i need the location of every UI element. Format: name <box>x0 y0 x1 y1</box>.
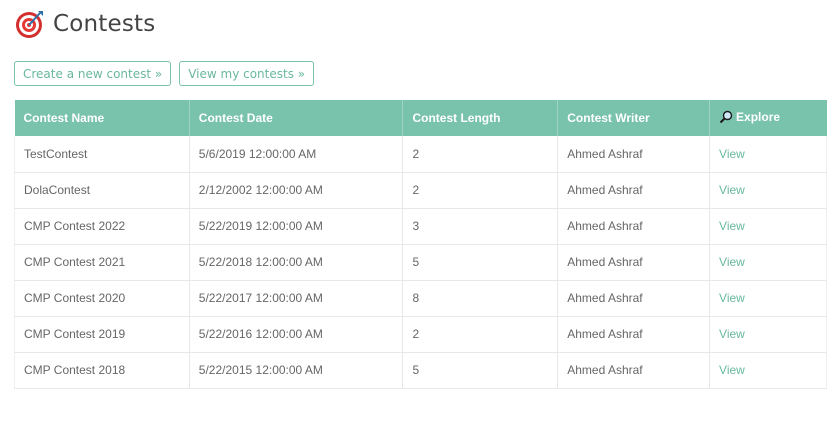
cell-contest-writer: Ahmed Ashraf <box>557 280 711 317</box>
cell-contest-name: CMP Contest 2022 <box>14 208 190 245</box>
cell-contest-writer: Ahmed Ashraf <box>557 208 711 245</box>
table-row: CMP Contest 2021 5/22/2018 12:00:00 AM 5 Ah… <box>14 244 827 281</box>
view-contest-link[interactable]: View <box>719 219 745 233</box>
create-contest-button[interactable]: Create a new contest » <box>14 61 172 86</box>
cell-contest-length: 2 <box>402 136 559 173</box>
cell-contest-date: 5/22/2019 12:00:00 AM <box>189 208 404 245</box>
cell-contest-name: CMP Contest 2020 <box>14 280 190 317</box>
table-row: TestContest 5/6/2019 12:00:00 AM 2 Ahmed As… <box>14 136 827 173</box>
cell-contest-length: 2 <box>402 172 559 209</box>
magnifier-icon <box>719 110 733 123</box>
cell-contest-writer: Ahmed Ashraf <box>557 244 711 281</box>
cell-contest-name: CMP Contest 2021 <box>14 244 190 281</box>
cell-explore: View <box>709 316 827 353</box>
cell-contest-length: 3 <box>402 208 559 245</box>
cell-explore: View <box>709 352 827 389</box>
cell-contest-name: TestContest <box>14 136 190 173</box>
action-bar: Create a new contest » View my contests … <box>14 61 315 86</box>
view-contest-link[interactable]: View <box>719 327 745 341</box>
cell-contest-length: 5 <box>402 244 559 281</box>
table-row: CMP Contest 2019 5/22/2016 12:00:00 AM 2 Ah… <box>14 316 827 353</box>
cell-contest-date: 5/22/2017 12:00:00 AM <box>189 280 404 317</box>
cell-contest-date: 5/22/2015 12:00:00 AM <box>189 352 404 389</box>
cell-contest-date: 5/6/2019 12:00:00 AM <box>189 136 404 173</box>
cell-explore: View <box>709 208 827 245</box>
cell-explore: View <box>709 244 827 281</box>
cell-contest-length: 8 <box>402 280 559 317</box>
table-row: DolaContest 2/12/2002 12:00:00 AM 2 Ahmed A… <box>14 172 827 209</box>
header-contest-date[interactable]: Contest Date <box>189 100 404 136</box>
view-contest-link[interactable]: View <box>719 255 745 269</box>
view-my-contests-button[interactable]: View my contests » <box>179 61 315 86</box>
header-contest-writer[interactable]: Contest Writer <box>557 100 711 136</box>
view-contest-link[interactable]: View <box>719 363 745 377</box>
cell-contest-writer: Ahmed Ashraf <box>557 316 711 353</box>
cell-contest-name: DolaContest <box>14 172 190 209</box>
cell-explore: View <box>709 172 827 209</box>
table-row: CMP Contest 2020 5/22/2017 12:00:00 AM 8 Ah… <box>14 280 827 317</box>
view-contest-link[interactable]: View <box>719 147 745 161</box>
cell-contest-writer: Ahmed Ashraf <box>557 172 711 209</box>
page-header: Contests <box>14 7 155 41</box>
view-contest-link[interactable]: View <box>719 183 745 197</box>
cell-explore: View <box>709 136 827 173</box>
cell-contest-name: CMP Contest 2019 <box>14 316 190 353</box>
header-explore: Explore <box>709 100 827 136</box>
header-explore-label: Explore <box>736 109 781 124</box>
cell-contest-writer: Ahmed Ashraf <box>557 136 711 173</box>
target-logo-icon <box>16 11 43 38</box>
table-header-row: Contest Name Contest Date Contest Length… <box>14 100 827 136</box>
cell-contest-writer: Ahmed Ashraf <box>557 352 711 389</box>
cell-contest-date: 2/12/2002 12:00:00 AM <box>189 172 404 209</box>
table-row: CMP Contest 2018 5/22/2015 12:00:00 AM 5 Ah… <box>14 352 827 389</box>
cell-contest-length: 5 <box>402 352 559 389</box>
contests-table: Contest Name Contest Date Contest Length… <box>14 100 827 389</box>
header-contest-length[interactable]: Contest Length <box>402 100 559 136</box>
cell-contest-date: 5/22/2016 12:00:00 AM <box>189 316 404 353</box>
table-row: CMP Contest 2022 5/22/2019 12:00:00 AM 3 Ah… <box>14 208 827 245</box>
page-title: Contests <box>53 11 156 37</box>
cell-explore: View <box>709 280 827 317</box>
cell-contest-date: 5/22/2018 12:00:00 AM <box>189 244 404 281</box>
cell-contest-length: 2 <box>402 316 559 353</box>
cell-contest-name: CMP Contest 2018 <box>14 352 190 389</box>
header-contest-name[interactable]: Contest Name <box>14 100 190 136</box>
view-contest-link[interactable]: View <box>719 291 745 305</box>
